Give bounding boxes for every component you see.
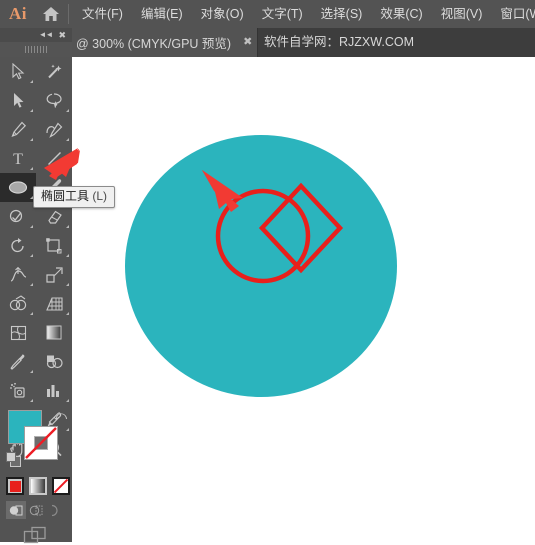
collapse-panel-icon[interactable]: ◄◄ xyxy=(39,30,54,40)
menu-effect[interactable]: 效果(C) xyxy=(371,0,431,28)
draw-normal-button[interactable] xyxy=(6,501,26,519)
width-tool-icon[interactable] xyxy=(0,260,36,289)
menu-file[interactable]: 文件(F) xyxy=(73,0,132,28)
free-transform-tool-icon[interactable] xyxy=(36,260,72,289)
swap-fill-stroke-icon[interactable]: ⤺ xyxy=(53,408,67,424)
color-mode-button[interactable] xyxy=(6,477,24,495)
line-segment-tool-icon[interactable] xyxy=(36,144,72,173)
tool-flyout-indicator xyxy=(30,312,33,315)
menu-edit[interactable]: 编辑(E) xyxy=(132,0,192,28)
menu-view[interactable]: 视图(V) xyxy=(432,0,492,28)
tool-flyout-indicator xyxy=(30,167,33,170)
gradient-mode-button[interactable] xyxy=(29,477,47,495)
illustrator-window: Ai 文件(F) 编辑(E) 对象(O) 文字(T) 选择(S) 效果(C) 视… xyxy=(0,0,535,545)
tooltip-shortcut: (L) xyxy=(92,189,108,203)
menu-window[interactable]: 窗口(W) xyxy=(491,0,535,28)
none-mode-button[interactable] xyxy=(52,477,70,495)
toolbar-drag-handle[interactable] xyxy=(0,42,72,57)
tool-flyout-indicator xyxy=(30,109,33,112)
stroke-color-swatch[interactable] xyxy=(24,426,58,460)
draw-behind-button[interactable] xyxy=(26,501,46,519)
tool-tooltip: 椭圆工具 (L) xyxy=(33,186,116,209)
tool-flyout-indicator xyxy=(66,109,69,112)
document-tab[interactable]: @ 300% (CMYK/GPU 预览) ✖ xyxy=(72,28,259,57)
tool-flyout-indicator xyxy=(66,399,69,402)
menu-bar: Ai 文件(F) 编辑(E) 对象(O) 文字(T) 选择(S) 效果(C) 视… xyxy=(0,0,535,28)
pen-tool-icon[interactable] xyxy=(0,115,36,144)
tool-flyout-indicator xyxy=(66,167,69,170)
toolbar-panel-header: ◄◄ ✖ xyxy=(0,28,72,57)
menu-object[interactable]: 对象(O) xyxy=(192,0,253,28)
menu-divider xyxy=(68,4,69,24)
tool-flyout-indicator xyxy=(66,225,69,228)
tools-panel: T ⤺ xyxy=(0,57,72,545)
column-graph-tool-icon[interactable] xyxy=(36,376,72,405)
tool-flyout-indicator xyxy=(30,283,33,286)
menu-select[interactable]: 选择(S) xyxy=(312,0,372,28)
close-panel-icon[interactable]: ✖ xyxy=(58,30,66,40)
ellipse-tool-icon[interactable] xyxy=(0,173,36,202)
perspective-grid-tool-icon[interactable] xyxy=(36,289,72,318)
none-slash-icon xyxy=(25,427,57,459)
magic-wand-tool-icon[interactable] xyxy=(36,57,72,86)
tool-flyout-indicator xyxy=(30,254,33,257)
blend-tool-icon[interactable] xyxy=(36,347,72,376)
watermark-text: 软件自学网：RJZXW.COM xyxy=(264,35,414,49)
toolbar-panel-header-controls: ◄◄ ✖ xyxy=(0,28,72,42)
eyedropper-tool-icon[interactable] xyxy=(0,347,36,376)
app-logo: Ai xyxy=(9,4,27,23)
tool-flyout-indicator xyxy=(30,399,33,402)
change-screen-mode-button[interactable] xyxy=(0,525,72,545)
fill-mode-buttons xyxy=(6,477,70,495)
mesh-tool-icon[interactable] xyxy=(0,318,36,347)
tool-flyout-indicator xyxy=(30,138,33,141)
menu-type[interactable]: 文字(T) xyxy=(253,0,312,28)
tool-flyout-indicator xyxy=(30,370,33,373)
tool-flyout-indicator xyxy=(30,80,33,83)
color-controls: ⤺ xyxy=(0,405,72,545)
menu-item-list: 文件(F) 编辑(E) 对象(O) 文字(T) 选择(S) 效果(C) 视图(V… xyxy=(73,0,535,28)
draw-inside-button[interactable] xyxy=(46,501,66,519)
document-tab-bar: ◄◄ ✖ @ 300% (CMYK/GPU 预览) ✖ 软件自学网：RJZXW.… xyxy=(0,28,535,57)
symbol-sprayer-tool-icon[interactable] xyxy=(0,376,36,405)
tool-flyout-indicator xyxy=(66,254,69,257)
shaper-tool-icon[interactable] xyxy=(0,202,36,231)
tool-flyout-indicator xyxy=(66,312,69,315)
shape-builder-tool-icon[interactable] xyxy=(0,289,36,318)
tool-flyout-indicator xyxy=(66,138,69,141)
home-icon[interactable] xyxy=(36,6,66,22)
selection-tool-icon[interactable] xyxy=(0,57,36,86)
tool-flyout-indicator xyxy=(30,225,33,228)
drawn-shapes-layer xyxy=(215,182,344,284)
document-canvas[interactable] xyxy=(72,57,535,542)
curvature-tool-icon[interactable] xyxy=(36,115,72,144)
grip-lines-icon xyxy=(25,46,47,53)
rotate-tool-icon[interactable] xyxy=(0,231,36,260)
close-icon[interactable]: ✖ xyxy=(243,37,252,48)
svg-text:T: T xyxy=(13,151,23,167)
tool-flyout-indicator xyxy=(66,283,69,286)
lasso-tool-icon[interactable] xyxy=(36,86,72,115)
direct-selection-tool-icon[interactable] xyxy=(0,86,36,115)
red-circle-shape[interactable] xyxy=(215,188,311,284)
tooltip-label: 椭圆工具 xyxy=(41,189,90,203)
type-tool-icon[interactable]: T xyxy=(0,144,36,173)
drawing-mode-buttons xyxy=(6,501,66,519)
scale-tool-icon[interactable] xyxy=(36,231,72,260)
default-fill-stroke-button[interactable] xyxy=(6,452,22,473)
document-tab-label: @ 300% (CMYK/GPU 预览) xyxy=(76,37,232,51)
tool-grid: T xyxy=(0,57,72,463)
gradient-tool-icon[interactable] xyxy=(36,318,72,347)
